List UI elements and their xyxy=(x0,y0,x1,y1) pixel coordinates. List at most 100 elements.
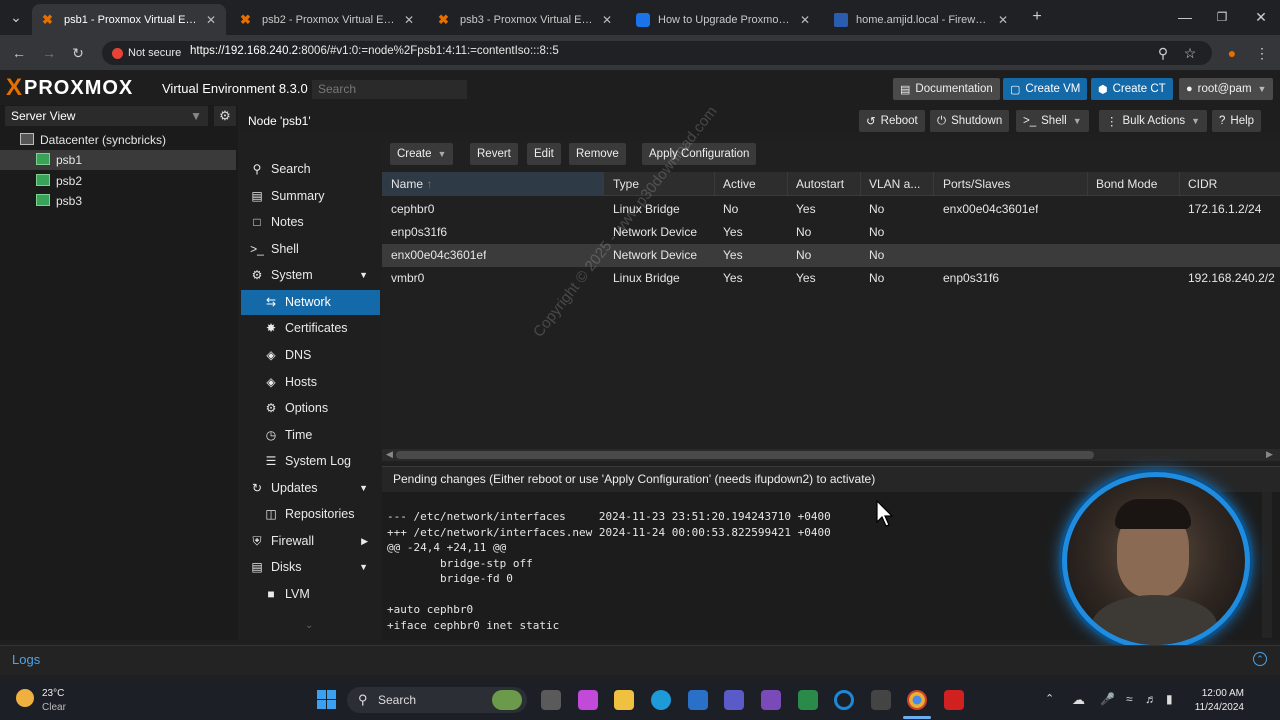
apply-configuration-button[interactable]: Apply Configuration xyxy=(642,143,757,165)
logs-label[interactable]: Logs xyxy=(12,652,40,667)
restore-window-icon[interactable]: ❐ xyxy=(1212,8,1232,26)
browser-tab-upgrade-guide[interactable]: How to Upgrade Proxmox Virtu ✕ xyxy=(626,4,820,35)
windows-start-icon[interactable] xyxy=(317,690,336,709)
close-window-icon[interactable]: ✕ xyxy=(1251,8,1271,26)
new-tab-icon[interactable]: + xyxy=(1027,8,1047,26)
create-ct-button[interactable]: ⬢ Create CT xyxy=(1091,78,1173,100)
menu-system-log[interactable]: ☰ System Log xyxy=(241,449,380,474)
wifi-icon[interactable]: ≈ xyxy=(1126,692,1133,706)
weather-temp[interactable]: 23°C xyxy=(42,688,64,699)
teams-icon[interactable] xyxy=(724,690,744,710)
menu-certificates[interactable]: ✸ Certificates xyxy=(241,316,380,341)
column-ports-slaves[interactable]: Ports/Slaves xyxy=(934,172,1088,196)
shutdown-button[interactable]: ⏻ Shutdown xyxy=(930,110,1010,132)
volume-icon[interactable]: ♬ xyxy=(1145,692,1157,706)
forward-icon[interactable]: → xyxy=(39,44,59,62)
gear-icon[interactable]: ⚙ xyxy=(214,106,236,126)
tree-datacenter[interactable]: Datacenter (syncbricks) xyxy=(0,130,236,150)
close-tab-icon[interactable]: ✕ xyxy=(206,13,216,27)
bookmark-star-icon[interactable]: ☆ xyxy=(1180,44,1200,62)
app-icon[interactable] xyxy=(761,690,781,710)
browser-tab-psb1[interactable]: ✖ psb1 - Proxmox Virtual Environ ✕ xyxy=(32,4,226,35)
remove-button[interactable]: Remove xyxy=(569,143,626,165)
menu-repositories[interactable]: ◫ Repositories xyxy=(241,502,380,527)
scroll-right-icon[interactable]: ▶ xyxy=(1266,449,1273,460)
edit-button[interactable]: Edit xyxy=(527,143,561,165)
table-row[interactable]: vmbr0 Linux Bridge Yes Yes No enp0s31f6 … xyxy=(382,267,1280,290)
tab-list-icon[interactable]: ⌄ xyxy=(6,8,26,26)
column-vlan-aware[interactable]: VLAN a... xyxy=(860,172,934,196)
view-selector[interactable]: Server View ▼ xyxy=(5,106,208,126)
task-view-icon[interactable] xyxy=(541,690,561,710)
browser-tab-firewall[interactable]: home.amjid.local - Firewall: Rul ✕ xyxy=(824,4,1018,35)
column-bond-mode[interactable]: Bond Mode xyxy=(1087,172,1180,196)
menu-time[interactable]: ◷ Time xyxy=(241,423,380,448)
shell-button[interactable]: >_ Shell ▼ xyxy=(1016,110,1089,132)
close-tab-icon[interactable]: ✕ xyxy=(404,13,414,27)
menu-summary[interactable]: ▤ Summary xyxy=(241,184,380,209)
extension-icon[interactable]: ● xyxy=(1222,44,1242,62)
close-tab-icon[interactable]: ✕ xyxy=(998,13,1008,27)
reboot-button[interactable]: ↺ Reboot xyxy=(859,110,925,132)
reload-icon[interactable]: ↻ xyxy=(68,44,88,62)
menu-notes[interactable]: □ Notes xyxy=(241,210,380,235)
scroll-left-icon[interactable]: ◀ xyxy=(386,449,393,460)
not-secure-badge[interactable]: Not secure xyxy=(108,45,187,61)
close-tab-icon[interactable]: ✕ xyxy=(602,13,612,27)
close-tab-icon[interactable]: ✕ xyxy=(800,13,810,27)
show-hidden-icons-icon[interactable]: ⌃ xyxy=(1045,692,1054,705)
minimize-icon[interactable]: — xyxy=(1175,8,1195,26)
menu-shell[interactable]: >_ Shell xyxy=(241,237,380,262)
column-active[interactable]: Active xyxy=(714,172,788,196)
menu-hosts[interactable]: ◈ Hosts xyxy=(241,370,380,395)
column-autostart[interactable]: Autostart xyxy=(787,172,861,196)
user-menu-button[interactable]: ● root@pam ▼ xyxy=(1179,78,1273,100)
edge-icon[interactable] xyxy=(651,690,671,710)
vertical-scrollbar[interactable] xyxy=(1262,492,1272,638)
battery-icon[interactable]: ▮ xyxy=(1166,692,1173,706)
acrobat-icon[interactable] xyxy=(944,690,964,710)
expand-logs-icon[interactable]: ⌃ xyxy=(1253,652,1267,666)
menu-network[interactable]: ⇆ Network xyxy=(241,290,380,315)
menu-disks[interactable]: ▤ Disks ▼ xyxy=(241,555,380,580)
store-icon[interactable] xyxy=(688,690,708,710)
horizontal-scroll-thumb[interactable] xyxy=(396,451,1094,459)
menu-system[interactable]: ⚙ System ▼ xyxy=(241,263,380,288)
copilot-icon[interactable] xyxy=(578,690,598,710)
tree-node-psb3[interactable]: psb3 xyxy=(0,191,236,211)
menu-search[interactable]: ⚲ Search xyxy=(241,157,380,182)
onedrive-icon[interactable]: ☁ xyxy=(1072,692,1085,708)
menu-firewall[interactable]: ⛨ Firewall ▶ xyxy=(241,529,380,554)
table-row[interactable]: enp0s31f6 Network Device Yes No No xyxy=(382,221,1280,244)
back-icon[interactable]: ← xyxy=(9,44,29,62)
excel-icon[interactable] xyxy=(798,690,818,710)
menu-lvm[interactable]: ■ LVM xyxy=(241,582,380,607)
tree-node-psb2[interactable]: psb2 xyxy=(0,171,236,191)
tree-node-psb1[interactable]: psb1 xyxy=(0,150,236,170)
bulk-actions-button[interactable]: ⋮ Bulk Actions ▼ xyxy=(1099,110,1208,132)
table-row[interactable]: cephbr0 Linux Bridge No Yes No enx00e04c… xyxy=(382,198,1280,221)
recorder-icon[interactable] xyxy=(871,690,891,710)
browser-menu-icon[interactable]: ⋮ xyxy=(1252,44,1272,62)
browser-tab-psb2[interactable]: ✖ psb2 - Proxmox Virtual Environ ✕ xyxy=(230,4,424,35)
revert-button[interactable]: Revert xyxy=(470,143,518,165)
help-button[interactable]: ? Help xyxy=(1212,110,1262,132)
menu-updates[interactable]: ↻ Updates ▼ xyxy=(241,476,380,501)
menu-options[interactable]: ⚙ Options xyxy=(241,396,380,421)
browser-tab-psb3[interactable]: ✖ psb3 - Proxmox Virtual Environ ✕ xyxy=(428,4,622,35)
create-button[interactable]: Create ▼ xyxy=(390,143,454,165)
table-row[interactable]: enx00e04c3601ef Network Device Yes No No xyxy=(382,244,1280,267)
menu-scroll-down-icon[interactable]: ⌄ xyxy=(305,620,313,631)
microphone-icon[interactable]: 🎤 xyxy=(1100,692,1115,706)
global-search-input[interactable]: Search xyxy=(312,80,467,99)
logs-panel[interactable] xyxy=(0,645,1280,675)
url-text[interactable]: https://192.168.240.2:8006/#v1:0:=node%2… xyxy=(190,45,559,57)
menu-dns[interactable]: ◈ DNS xyxy=(241,343,380,368)
create-vm-button[interactable]: ▢ Create VM xyxy=(1003,78,1088,100)
column-cidr[interactable]: CIDR xyxy=(1179,172,1280,196)
documentation-button[interactable]: ▤ Documentation xyxy=(893,78,1000,100)
clock-time[interactable]: 12:00 AM xyxy=(1200,688,1244,699)
zoom-icon[interactable]: ⚲ xyxy=(1153,44,1173,62)
cortana-icon[interactable] xyxy=(834,690,854,710)
file-explorer-icon[interactable] xyxy=(614,690,634,710)
